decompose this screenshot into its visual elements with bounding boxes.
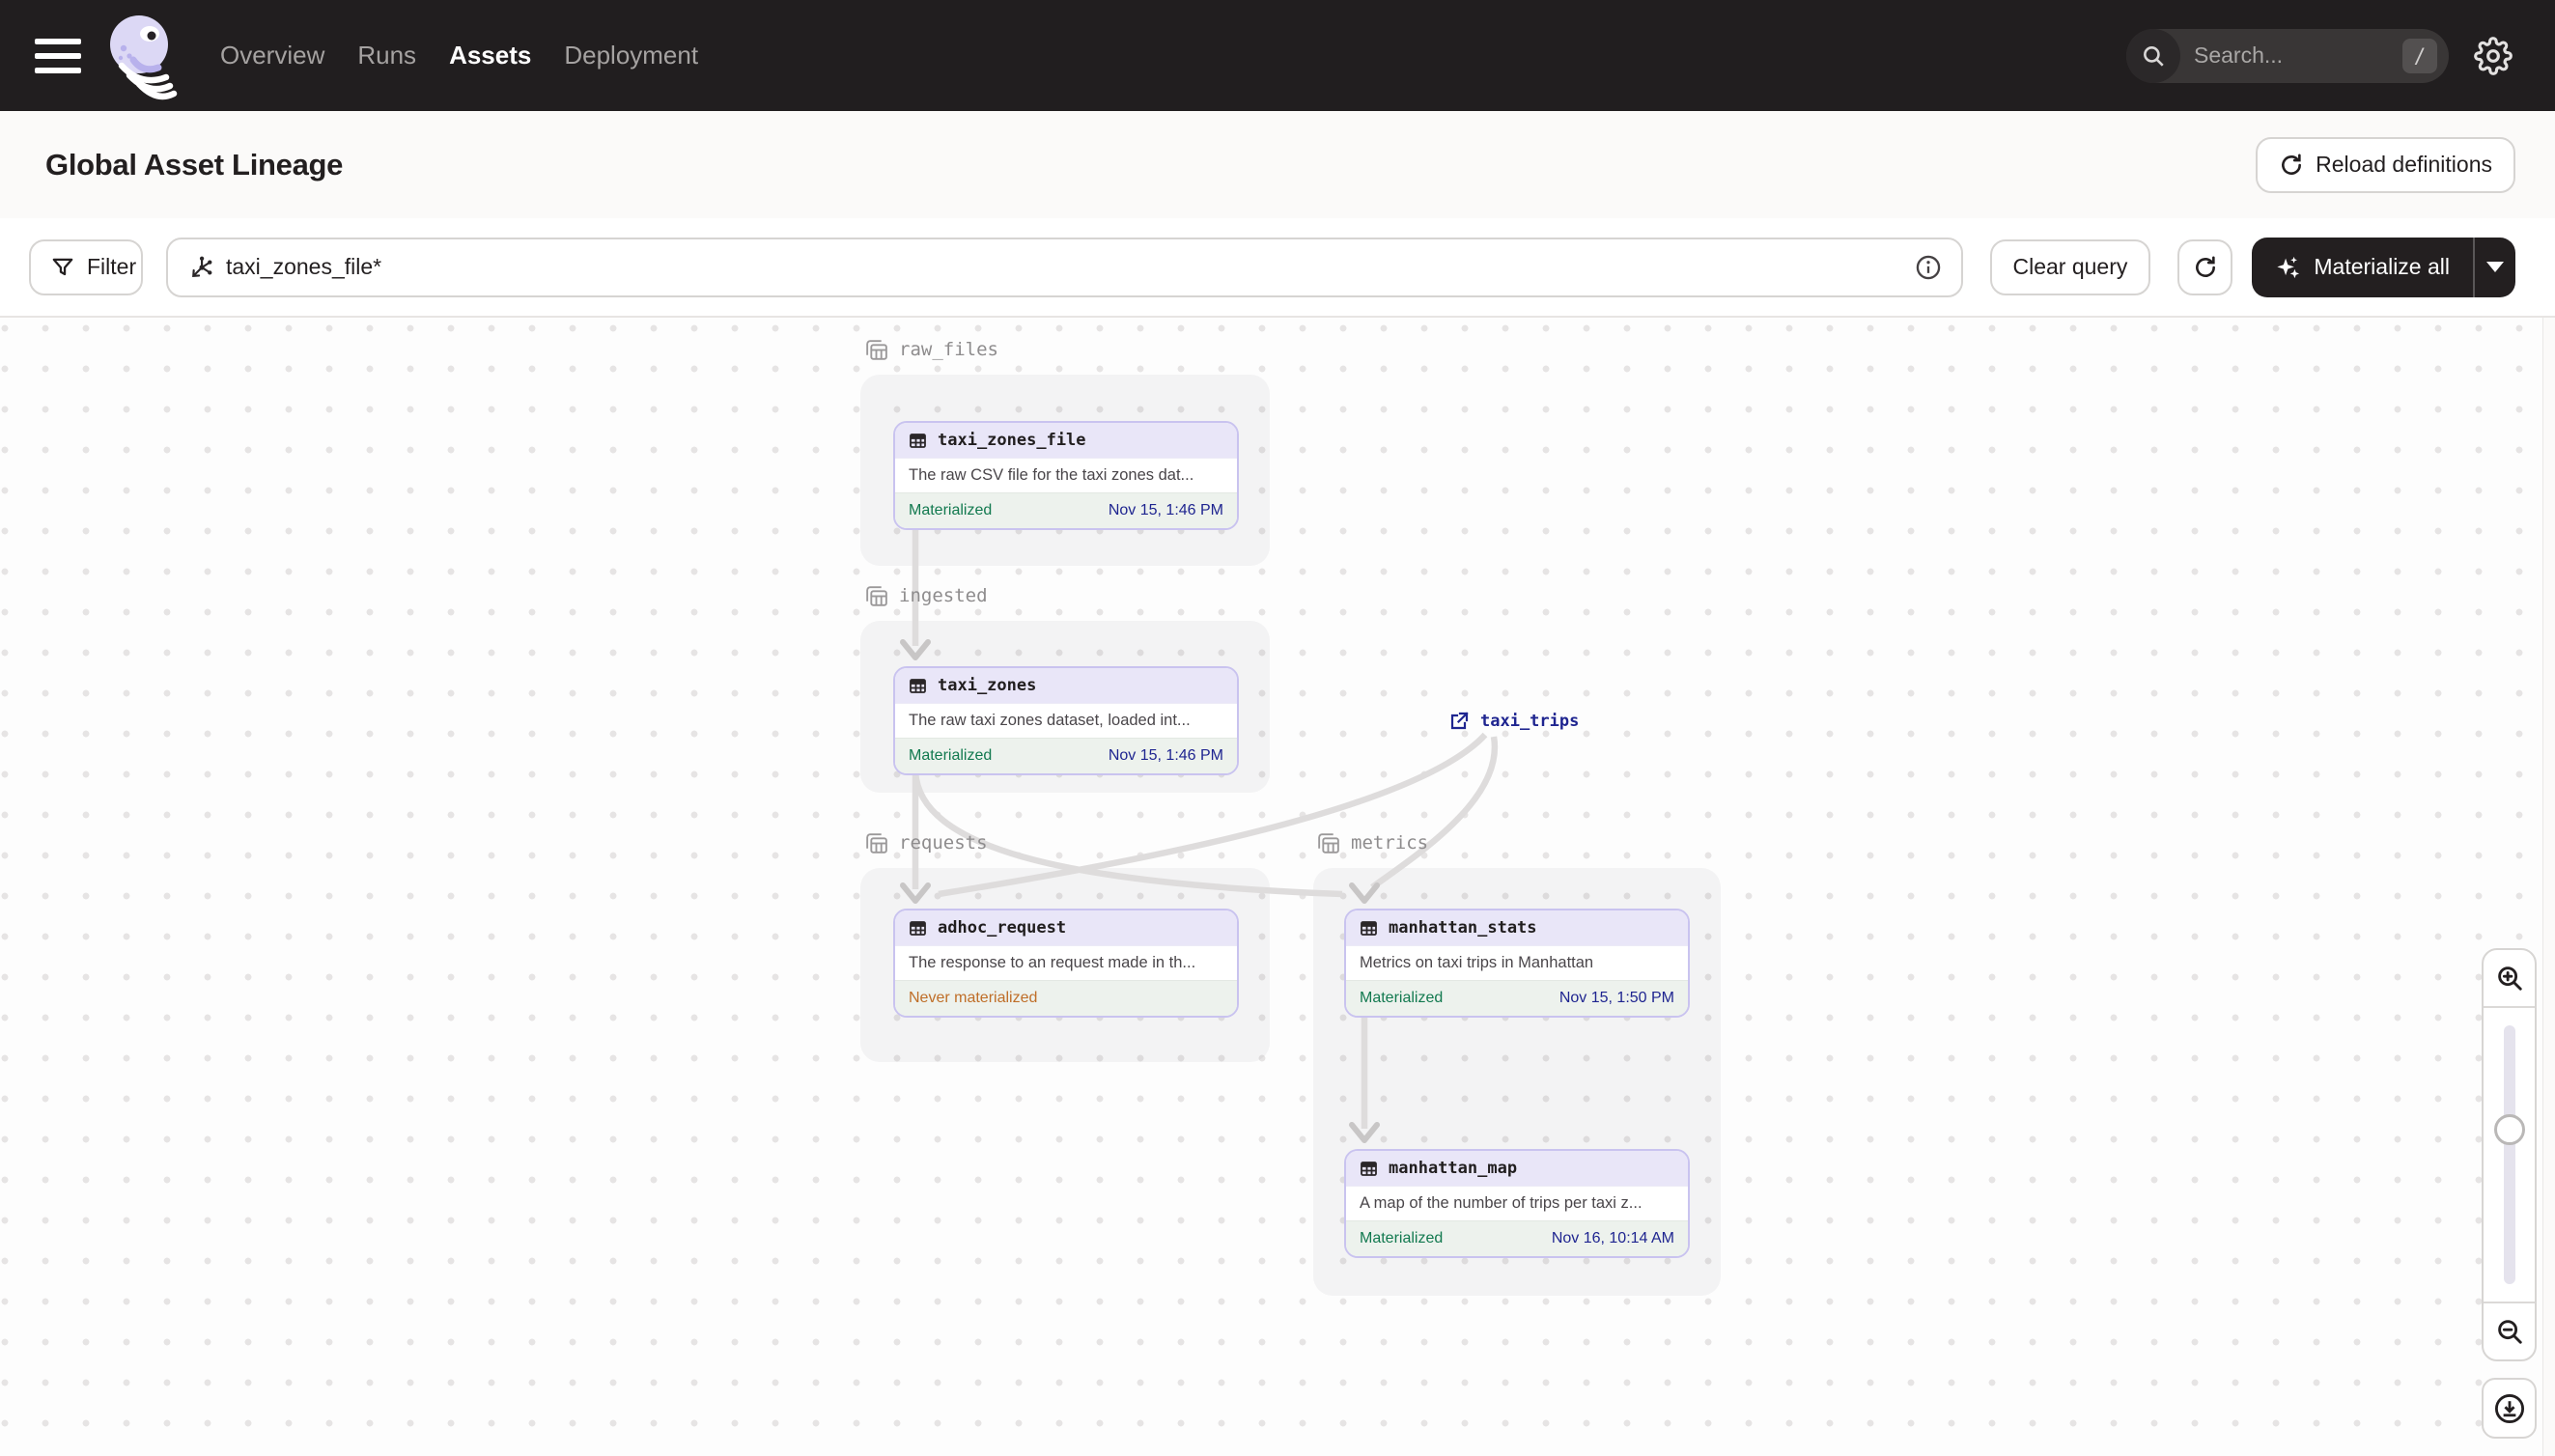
- status-badge: Materialized: [1360, 1230, 1444, 1246]
- table-icon: [1361, 920, 1377, 936]
- materialization-timestamp: Nov 15, 1:50 PM: [1558, 990, 1674, 1006]
- asset-node-description: The raw taxi zones dataset, loaded int..…: [895, 703, 1237, 738]
- clear-query-label: Clear query: [2012, 254, 2128, 279]
- dagster-logo[interactable]: [104, 12, 178, 100]
- search-input[interactable]: Search... /: [2126, 28, 2449, 83]
- asset-node-footer: Materialized Nov 15, 1:46 PM: [895, 738, 1237, 773]
- nav-overview[interactable]: Overview: [216, 35, 328, 76]
- asset-selection-input[interactable]: taxi_zones_file*: [166, 237, 1963, 297]
- asset-node-manhattan_map[interactable]: manhattan_map A map of the number of tri…: [1344, 1149, 1690, 1258]
- dagster-octopus-icon: [110, 14, 178, 99]
- status-badge: Materialized: [909, 747, 993, 764]
- page-header: Global Asset Lineage Reload definitions: [0, 111, 2555, 218]
- lineage-toolbar: Filter taxi_zones_file* Clear query Mate…: [0, 218, 2555, 318]
- table-icon: [910, 433, 926, 448]
- query-value: taxi_zones_file*: [226, 254, 382, 279]
- asset-node-header: taxi_zones_file: [895, 423, 1237, 458]
- status-badge: Never materialized: [909, 990, 1038, 1006]
- zoom-out-button[interactable]: [2484, 1303, 2535, 1359]
- zoom-slider[interactable]: [2484, 1006, 2535, 1303]
- zoom-in-button[interactable]: [2484, 950, 2535, 1006]
- nav-deployment[interactable]: Deployment: [560, 35, 702, 76]
- group-label-metrics[interactable]: metrics: [1315, 826, 1428, 859]
- external-asset-taxi_trips[interactable]: taxi_trips: [1448, 704, 1579, 739]
- group-layered-table-icon: [1318, 832, 1339, 854]
- asset-node-footer: Materialized Nov 16, 10:14 AM: [1346, 1220, 1688, 1256]
- materialization-timestamp: Nov 16, 10:14 AM: [1551, 1230, 1674, 1246]
- group-layered-table-icon: [866, 585, 887, 606]
- download-icon: [2494, 1393, 2524, 1423]
- materialization-timestamp: Nov 15, 1:46 PM: [1108, 747, 1223, 764]
- refresh-icon: [2195, 256, 2215, 277]
- zoom-out-icon: [2497, 1320, 2522, 1344]
- sparkle-icon: [2277, 256, 2300, 278]
- nav-assets[interactable]: Assets: [445, 35, 535, 76]
- group-label-raw_files[interactable]: raw_files: [863, 333, 998, 366]
- info-icon[interactable]: [1915, 254, 1942, 281]
- lineage-edges: [900, 525, 1499, 1143]
- zoom-slider-thumb[interactable]: [2493, 1114, 2525, 1145]
- materialize-dropdown-button[interactable]: [2473, 237, 2515, 297]
- zoom-in-icon: [2497, 966, 2522, 991]
- clear-query-button[interactable]: Clear query: [1989, 238, 2151, 295]
- right-gutter: [2542, 318, 2555, 1456]
- search-icon: [2126, 28, 2180, 83]
- asset-node-adhoc_request[interactable]: adhoc_request The response to an request…: [893, 909, 1239, 1018]
- external-link-icon: [1450, 712, 1469, 730]
- download-image-button[interactable]: [2482, 1378, 2537, 1439]
- asset-node-header: manhattan_map: [1346, 1151, 1688, 1186]
- hamburger-menu-button[interactable]: [35, 37, 83, 75]
- refresh-icon: [2282, 154, 2302, 175]
- status-badge: Materialized: [909, 502, 993, 518]
- group-layered-table-icon: [866, 832, 887, 854]
- search-placeholder: Search...: [2194, 42, 2284, 68]
- materialize-all-button[interactable]: Materialize all: [2252, 237, 2515, 297]
- materialize-all-main[interactable]: Materialize all: [2252, 238, 2473, 297]
- asset-node-taxi_zones_file[interactable]: taxi_zones_file The raw CSV file for the…: [893, 421, 1239, 530]
- asset-node-taxi_zones[interactable]: taxi_zones The raw taxi zones dataset, l…: [893, 666, 1239, 775]
- chevron-down-icon: [2486, 262, 2504, 272]
- asset-node-footer: Materialized Nov 15, 1:46 PM: [895, 492, 1237, 528]
- filter-label: Filter: [87, 254, 137, 279]
- group-label-requests[interactable]: requests: [863, 826, 988, 859]
- reload-definitions-button[interactable]: Reload definitions: [2256, 136, 2515, 193]
- refresh-graph-button[interactable]: [2177, 238, 2233, 295]
- primary-nav: Overview Runs Assets Deployment: [216, 35, 702, 76]
- asset-selection-icon: [192, 256, 212, 277]
- funnel-icon: [52, 258, 73, 275]
- top-navbar: Overview Runs Assets Deployment Search..…: [0, 0, 2555, 111]
- table-icon: [910, 678, 926, 693]
- asset-node-footer: Never materialized: [895, 980, 1237, 1016]
- asset-node-description: The response to an request made in th...: [895, 945, 1237, 980]
- asset-node-header: adhoc_request: [895, 910, 1237, 945]
- group-label-ingested[interactable]: ingested: [863, 579, 988, 612]
- materialize-all-label: Materialize all: [2314, 254, 2450, 279]
- status-badge: Materialized: [1360, 990, 1444, 1006]
- table-icon: [910, 920, 926, 936]
- keyboard-shortcut-badge: /: [2402, 38, 2437, 73]
- settings-gear-icon[interactable]: [2474, 36, 2513, 75]
- asset-node-footer: Materialized Nov 15, 1:50 PM: [1346, 980, 1688, 1016]
- asset-node-header: manhattan_stats: [1346, 910, 1688, 945]
- zoom-controls: [2482, 948, 2537, 1361]
- reload-definitions-label: Reload definitions: [2316, 152, 2492, 177]
- zoom-slider-track[interactable]: [2503, 1025, 2515, 1284]
- table-icon: [1361, 1161, 1377, 1176]
- asset-node-manhattan_stats[interactable]: manhattan_stats Metrics on taxi trips in…: [1344, 909, 1690, 1018]
- lineage-canvas[interactable]: raw_files ingested requests metrics taxi…: [0, 318, 2555, 1456]
- asset-node-header: taxi_zones: [895, 668, 1237, 703]
- asset-node-description: A map of the number of trips per taxi z.…: [1346, 1186, 1688, 1220]
- group-layered-table-icon: [866, 339, 887, 360]
- page-title: Global Asset Lineage: [45, 147, 344, 182]
- materialization-timestamp: Nov 15, 1:46 PM: [1108, 502, 1223, 518]
- asset-node-description: The raw CSV file for the taxi zones dat.…: [895, 458, 1237, 492]
- filter-button[interactable]: Filter: [29, 238, 143, 295]
- asset-node-description: Metrics on taxi trips in Manhattan: [1346, 945, 1688, 980]
- nav-runs[interactable]: Runs: [353, 35, 420, 76]
